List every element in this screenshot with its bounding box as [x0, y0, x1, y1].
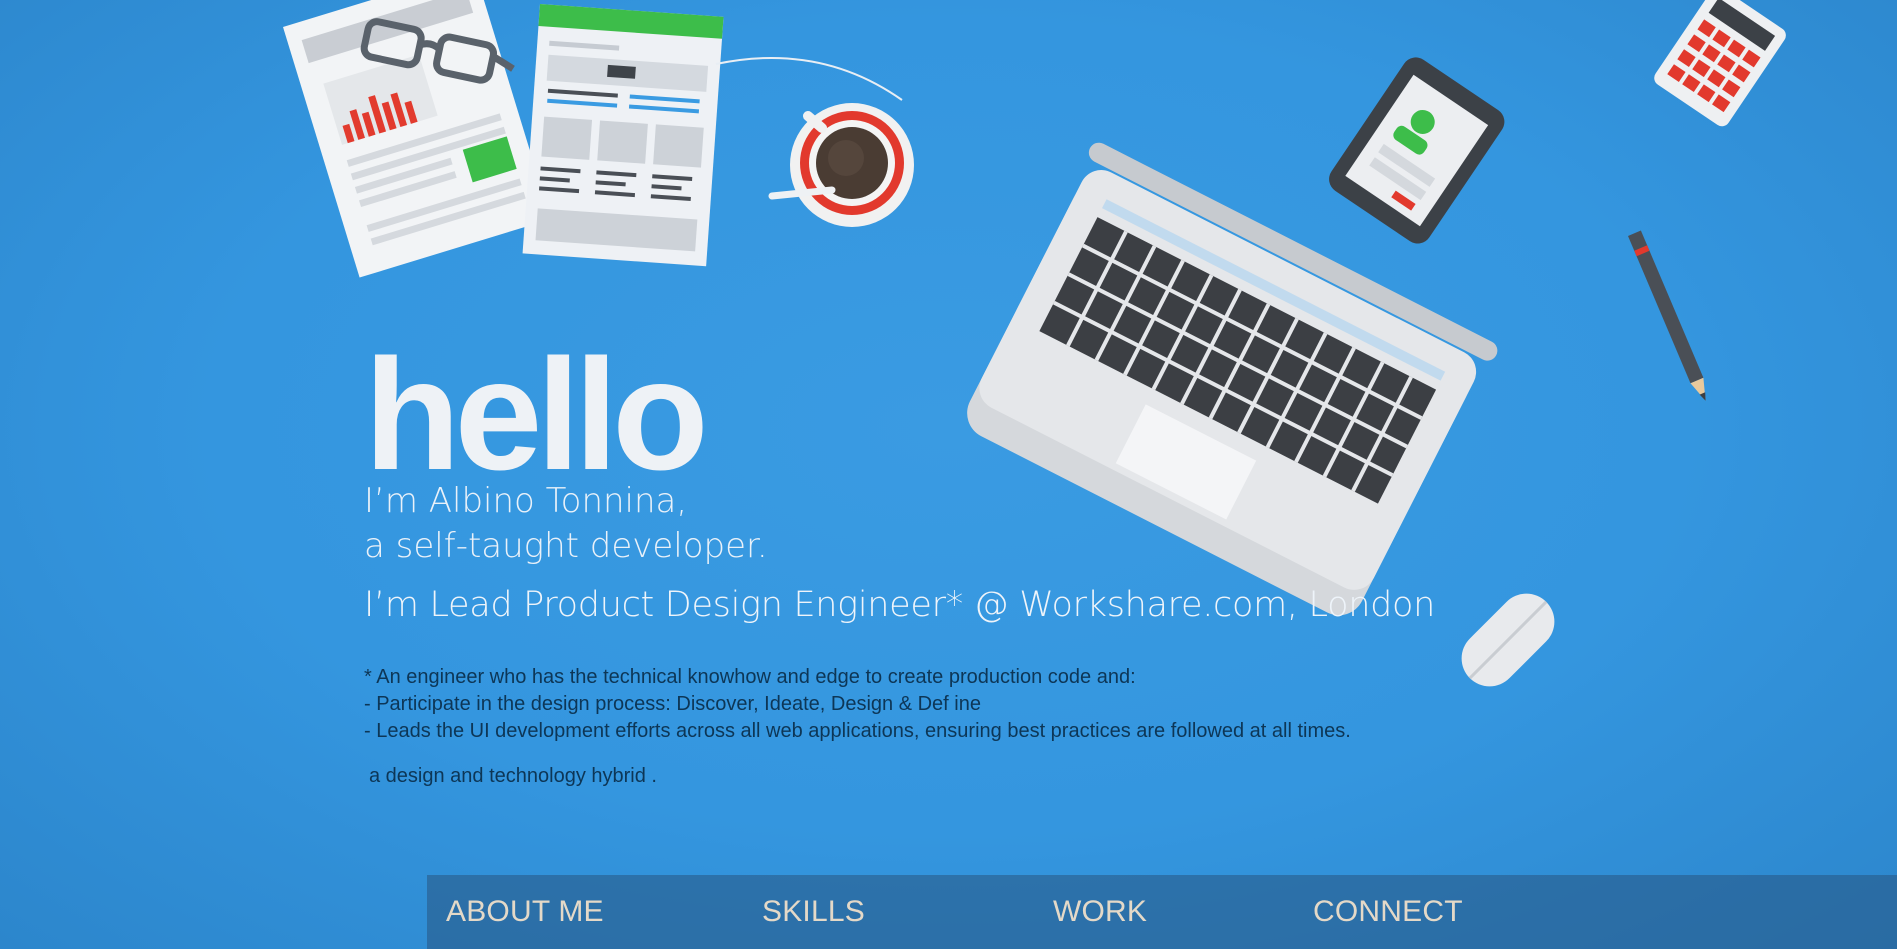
footnote-line: - Leads the UI development efforts acros…: [364, 720, 1351, 742]
hero-title: hello: [364, 327, 709, 503]
report-sheet-icon: [283, 0, 551, 278]
coffee-cup-icon: [768, 103, 914, 227]
hero-section: hello I’m Albino Tonnina, a self-taught …: [364, 327, 1564, 788]
phone-icon: [1329, 57, 1505, 244]
nav-work[interactable]: WORK: [1053, 895, 1147, 929]
wireframe-sheet-icon: [522, 4, 724, 267]
pencil-icon: [1628, 230, 1706, 401]
nav-connect[interactable]: CONNECT: [1313, 895, 1463, 929]
intro-line-name: I’m Albino Tonnina,: [364, 481, 688, 521]
nav-about-me[interactable]: ABOUT ME: [446, 895, 604, 929]
bottom-navbar: ABOUT ME SKILLS WORK CONNECT: [427, 875, 1897, 949]
cable-line: [715, 56, 903, 101]
footnote-line: - Participate in the design process: Dis…: [364, 693, 981, 715]
footnote-list: * An engineer who has the technical know…: [364, 664, 1564, 745]
role-heading: I’m Lead Product Design Engineer* @ Work…: [364, 585, 1436, 625]
tagline: a design and technology hybrid .: [369, 765, 657, 787]
calculator-icon: [1654, 0, 1786, 127]
intro-text: I’m Albino Tonnina, a self-taught develo…: [364, 479, 1564, 569]
nav-skills[interactable]: SKILLS: [762, 895, 865, 929]
intro-line-developer: a self-taught developer.: [364, 526, 768, 566]
footnote-line: * An engineer who has the technical know…: [364, 666, 1136, 688]
